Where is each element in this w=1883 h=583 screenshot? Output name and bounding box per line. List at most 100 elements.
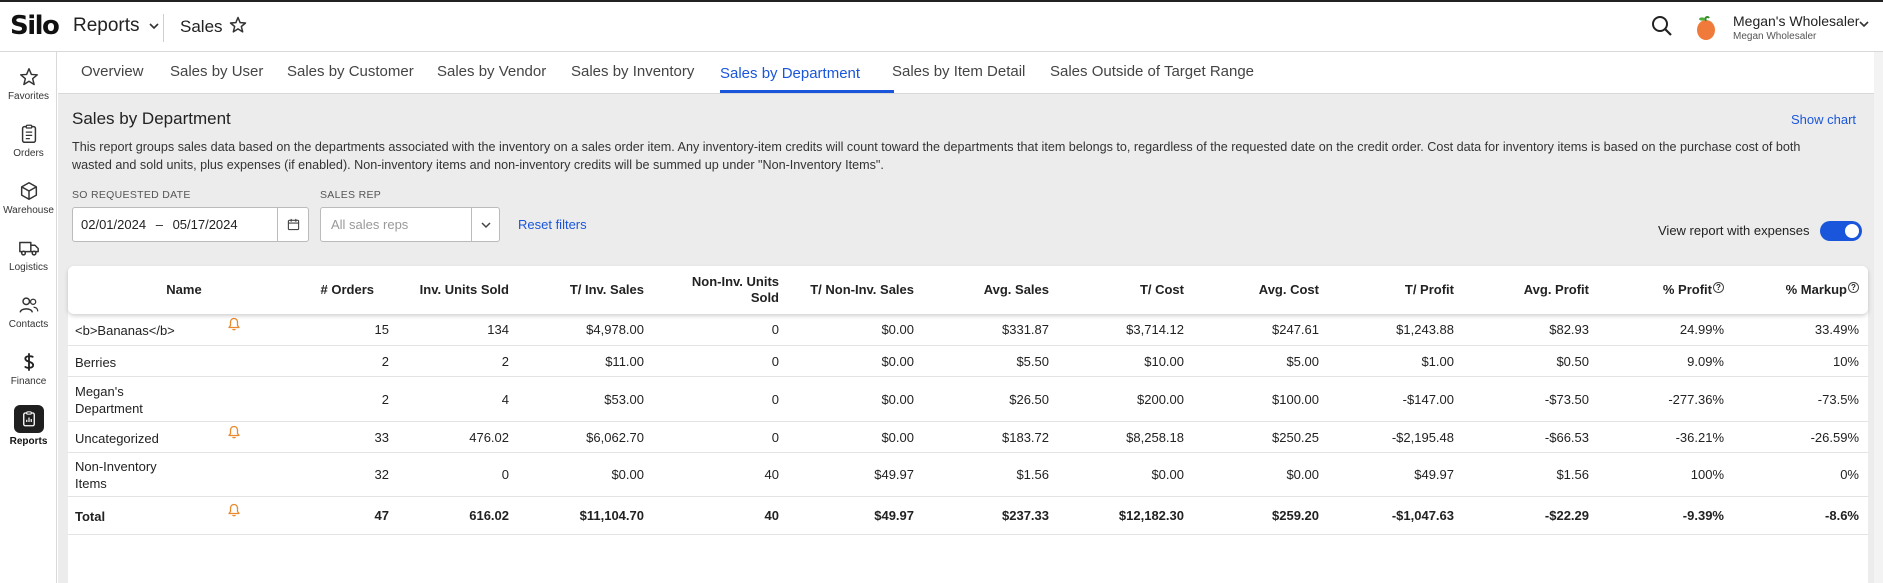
date-range-field[interactable]: 02/01/2024 – 05/17/2024 <box>72 207 309 242</box>
tab-sales-by-customer[interactable]: Sales by Customer <box>287 63 414 80</box>
table-cell: $1.56 <box>1016 467 1049 482</box>
table-cell: $5.00 <box>1286 353 1319 369</box>
table-cell: $49.97 <box>874 508 914 523</box>
clipboard-icon <box>21 124 36 143</box>
name-line: Uncategorized <box>75 430 159 446</box>
tab-sales-by-inventory[interactable]: Sales by Inventory <box>571 63 694 80</box>
table-cell: 0 <box>771 353 779 369</box>
report-title: Sales by Department <box>72 109 231 128</box>
chevron-down-icon[interactable] <box>471 208 499 241</box>
table-cell: 33 <box>374 429 389 445</box>
search-icon[interactable] <box>1650 14 1676 40</box>
column-header-avg-profit[interactable]: Avg. Profit <box>1454 282 1589 298</box>
table-cell: $259.20 <box>1272 508 1319 523</box>
nav-item-favorites[interactable]: Favorites <box>0 58 57 110</box>
help-icon[interactable]: ? <box>1713 282 1724 293</box>
page-title: Sales <box>180 17 223 36</box>
table-cell: $49.97 <box>1414 467 1454 482</box>
column-header-inv-sales[interactable]: T/ Inv. Sales <box>509 282 644 298</box>
table-cell: 24.99% <box>1679 322 1724 337</box>
table-row[interactable]: Non-Inventory Items 32 0 $0.00 40 $49.97 $1.56 $… <box>68 453 1868 497</box>
header-text: % Profit <box>1662 282 1712 297</box>
table-row[interactable]: <b>Bananas</b> 15 134 $4,978.00 0 $0.00 $331.8… <box>68 314 1868 346</box>
nav-item-logistics[interactable]: Logistics <box>0 229 57 281</box>
table-cell: 0 <box>771 429 779 445</box>
column-header-pct-profit[interactable]: % Profit? <box>1589 282 1724 298</box>
calendar-icon[interactable] <box>277 208 308 241</box>
nav-item-warehouse[interactable]: Warehouse <box>0 172 57 224</box>
column-header-pct-markup[interactable]: % Markup? <box>1724 282 1859 298</box>
table-cell: $4,978.00 <box>586 322 644 337</box>
department-name[interactable]: Megan's Department <box>75 383 175 417</box>
reports-menu-label: Reports <box>73 15 140 36</box>
tab-sales-outside-target-range[interactable]: Sales Outside of Target Range <box>1050 63 1254 80</box>
nav-item-reports[interactable]: Reports <box>0 400 57 452</box>
table-row[interactable]: Uncategorized 33 476.02 $6,062.70 0 $0.00 $183… <box>68 422 1868 453</box>
table-cell: 9.09% <box>1687 353 1724 369</box>
nav-label: Orders <box>13 148 44 159</box>
column-header-orders[interactable]: # Orders <box>254 282 374 298</box>
table-cell: $237.33 <box>1002 508 1049 523</box>
bell-icon[interactable] <box>228 317 240 331</box>
user-company[interactable]: Megan's Wholesaler <box>1733 13 1859 29</box>
chevron-down-icon[interactable] <box>1858 18 1870 33</box>
column-header-total-profit[interactable]: T/ Profit <box>1319 282 1454 298</box>
name-line: <b>Bananas</b> <box>75 323 175 338</box>
column-header-non-inv-sales[interactable]: T/ Non-Inv. Sales <box>779 282 914 298</box>
table-total-row[interactable]: Total 47 616.02 $11,104.70 40 $49.97 $237.33 $1… <box>68 497 1868 535</box>
table-cell: 4 <box>501 391 509 407</box>
show-chart-link[interactable]: Show chart <box>1791 112 1856 127</box>
help-icon[interactable]: ? <box>1848 282 1859 293</box>
table-cell: -$1,047.63 <box>1391 508 1454 523</box>
table-cell: $0.50 <box>1556 353 1589 369</box>
bell-icon[interactable] <box>228 503 240 517</box>
column-header-avg-sales[interactable]: Avg. Sales <box>914 282 1049 298</box>
page-scrollbar[interactable] <box>1874 52 1883 583</box>
bell-icon[interactable] <box>228 425 240 439</box>
nav-label: Contacts <box>8 319 49 330</box>
table-row[interactable]: Megan's Department 2 4 $53.00 0 $0.00 $26.50 $20… <box>68 377 1868 422</box>
column-header-inv-units-sold[interactable]: Inv. Units Sold <box>374 282 509 298</box>
table-cell: -26.59% <box>1810 429 1859 445</box>
reports-menu[interactable]: Reports <box>73 15 160 37</box>
table-cell: $183.72 <box>1002 429 1049 445</box>
nav-item-orders[interactable]: Orders <box>0 115 57 167</box>
date-separator: – <box>155 217 163 232</box>
nav-item-contacts[interactable]: Contacts <box>0 286 57 338</box>
department-name[interactable]: Uncategorized <box>75 430 175 447</box>
nav-item-finance[interactable]: Finance <box>0 343 57 395</box>
tab-sales-by-vendor[interactable]: Sales by Vendor <box>437 63 546 80</box>
tab-sales-by-item-detail[interactable]: Sales by Item Detail <box>892 63 1025 80</box>
department-name[interactable]: Total <box>75 508 175 525</box>
tab-sales-by-user[interactable]: Sales by User <box>170 63 263 80</box>
department-name[interactable]: Non-Inventory Items <box>75 458 175 492</box>
column-header-total-cost[interactable]: T/ Cost <box>1049 282 1184 298</box>
app-logo[interactable]: Silo <box>10 11 60 41</box>
table-header: Name # Orders Inv. Units Sold T/ Inv. Sa… <box>68 266 1868 314</box>
tab-overview[interactable]: Overview <box>81 63 144 80</box>
table-cell: $250.25 <box>1272 429 1319 445</box>
column-header-name[interactable]: Name <box>154 282 214 298</box>
nav-label: Reports <box>9 436 48 447</box>
avatar[interactable] <box>1695 15 1717 41</box>
table-cell: $6,062.70 <box>586 429 644 445</box>
table-cell: $247.61 <box>1272 322 1319 337</box>
table-cell: 2 <box>381 353 389 369</box>
table-row[interactable]: Berries 2 2 $11.00 0 $0.00 $5.50 $10.00 $5.00 $1.… <box>68 346 1868 377</box>
table-cell: $11,104.70 <box>579 508 644 523</box>
department-name[interactable]: <b>Bananas</b> <box>75 322 175 339</box>
department-name[interactable]: Berries <box>75 354 175 371</box>
column-header-avg-cost[interactable]: Avg. Cost <box>1184 282 1319 298</box>
date-start: 02/01/2024 <box>81 217 147 232</box>
expenses-toggle-label: View report with expenses <box>1658 223 1810 238</box>
table-cell: 616.02 <box>469 508 509 523</box>
column-header-non-inv-units-sold[interactable]: Non-Inv. Units Sold <box>644 274 779 306</box>
sales-rep-select[interactable]: All sales reps <box>320 207 500 242</box>
favorite-star-icon[interactable] <box>228 15 248 41</box>
table-cell: 10% <box>1832 353 1859 369</box>
tab-sales-by-department[interactable]: Sales by Department <box>720 65 860 82</box>
expenses-toggle[interactable] <box>1820 221 1862 241</box>
reset-filters-link[interactable]: Reset filters <box>518 217 587 232</box>
divider <box>163 14 164 42</box>
table-cell: $82.93 <box>1549 322 1589 337</box>
